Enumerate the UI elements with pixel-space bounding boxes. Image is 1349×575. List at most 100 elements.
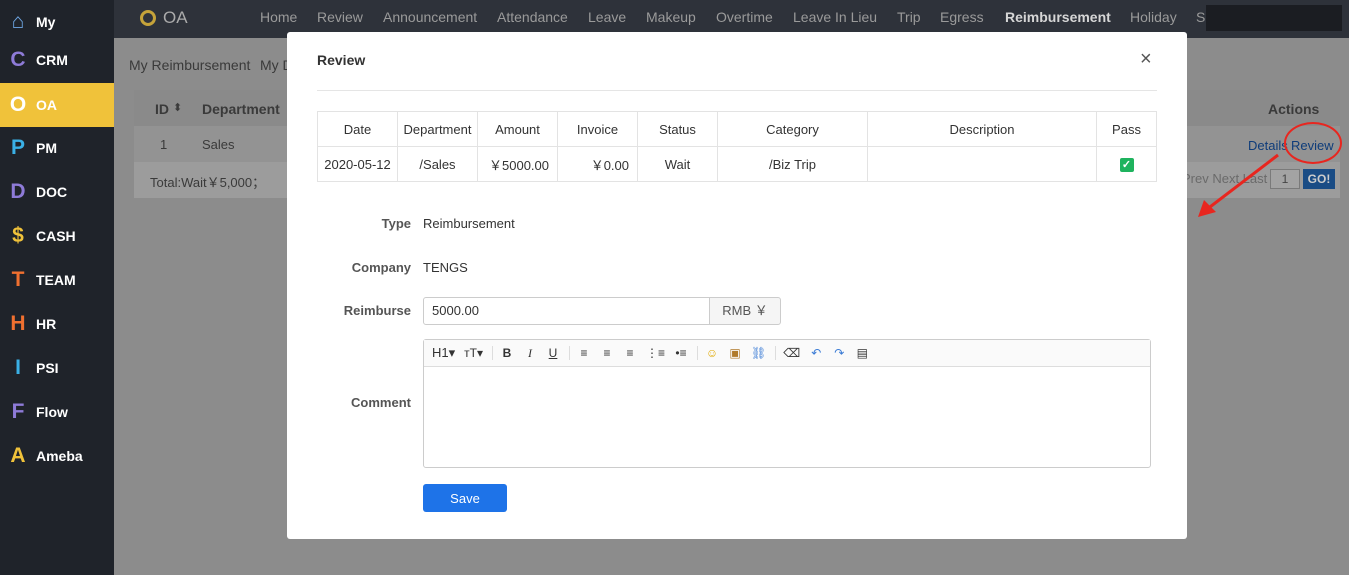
type-label: Type — [381, 216, 411, 231]
total-summary: Total:Wait￥5,000； — [150, 175, 266, 190]
unordered-list-icon[interactable]: •≡ — [674, 346, 688, 360]
sidebar-item-cash[interactable]: $ CASH — [0, 214, 114, 258]
heading-icon[interactable]: H1▾ — [432, 345, 455, 361]
toolbar-separator — [492, 346, 494, 360]
col-id[interactable]: ID — [155, 101, 169, 117]
redo-icon[interactable]: ↷ — [832, 346, 846, 360]
type-value: Reimbursement — [423, 216, 515, 231]
sidebar-item-label: Flow — [36, 404, 68, 420]
flow-icon: F — [11, 400, 25, 423]
nav-trip[interactable]: Trip — [897, 9, 921, 25]
company-label: Company — [351, 260, 411, 275]
breadcrumb-my-reimbursement[interactable]: My Reimbursement — [129, 57, 250, 73]
italic-icon[interactable]: I — [523, 346, 537, 361]
sort-icon: ⬍ — [173, 102, 183, 114]
reimbursement-detail-table: Date Department Amount Invoice Status Ca… — [317, 111, 1157, 182]
nav-home[interactable]: Home — [260, 9, 297, 25]
review-modal: Review × Date Department Amount Invoice … — [287, 32, 1187, 539]
psi-icon: I — [15, 356, 21, 379]
sidebar-item-label: HR — [36, 316, 57, 332]
col-status: Status — [637, 111, 718, 147]
nav-attendance[interactable]: Attendance — [497, 9, 568, 25]
comment-textarea[interactable] — [424, 367, 1150, 467]
annotation-arrow — [1198, 153, 1279, 217]
link-icon[interactable]: ⛓ — [751, 346, 766, 360]
underline-icon[interactable]: U — [546, 346, 560, 360]
oa-ring-icon — [140, 10, 156, 26]
currency-addon: RMB ￥ — [709, 297, 781, 325]
sidebar-item-pm[interactable]: P PM — [0, 126, 114, 170]
logo-text: OA — [163, 8, 188, 27]
close-icon[interactable]: × — [1140, 49, 1152, 69]
home-icon: ⌂ — [11, 10, 25, 33]
image-icon[interactable]: ▣ — [728, 346, 742, 360]
cash-icon: $ — [12, 224, 24, 247]
sidebar-item-label: CRM — [36, 52, 68, 68]
sidebar-item-crm[interactable]: C CRM — [0, 38, 114, 82]
nav-more[interactable]: S — [1196, 9, 1205, 25]
bold-icon[interactable]: B — [500, 346, 514, 360]
nav-egress[interactable]: Egress — [940, 9, 984, 25]
save-button[interactable]: Save — [423, 484, 507, 512]
align-right-icon[interactable]: ≡ — [623, 346, 637, 360]
nav-search-box[interactable] — [1206, 5, 1342, 31]
align-left-icon[interactable]: ≡ — [577, 346, 591, 360]
align-center-icon[interactable]: ≡ — [600, 346, 614, 360]
oa-logo: OA — [140, 8, 188, 28]
toolbar-separator — [775, 346, 777, 360]
col-date: Date — [317, 111, 398, 147]
nav-makeup[interactable]: Makeup — [646, 9, 696, 25]
sidebar-item-label: Ameba — [36, 448, 83, 464]
sidebar-item-hr[interactable]: H HR — [0, 302, 114, 346]
nav-leave-in-lieu[interactable]: Leave In Lieu — [793, 9, 877, 25]
col-actions: Actions — [1268, 101, 1320, 117]
cell-pass: ✓ — [1096, 146, 1157, 182]
col-department: Department — [397, 111, 478, 147]
nav-reimbursement[interactable]: Reimbursement — [1005, 9, 1111, 25]
sidebar-item-label: DOC — [36, 184, 68, 200]
sidebar-item-team[interactable]: T TEAM — [0, 258, 114, 302]
sidebar-item-doc[interactable]: D DOC — [0, 170, 114, 214]
cell-date: 2020-05-12 — [317, 146, 398, 182]
nav-announcement[interactable]: Announcement — [383, 9, 477, 25]
row-id: 1 — [160, 137, 168, 152]
cell-invoice: ￥0.00 — [557, 146, 638, 182]
sidebar-item-label: TEAM — [36, 272, 76, 288]
toolbar-separator — [697, 346, 699, 360]
col-category: Category — [717, 111, 868, 147]
nav-review[interactable]: Review — [317, 9, 363, 25]
go-button[interactable]: GO! — [1303, 169, 1335, 189]
pm-icon: P — [10, 136, 25, 159]
col-invoice: Invoice — [557, 111, 638, 147]
sidebar-item-ameba[interactable]: A Ameba — [0, 434, 114, 478]
modal-title: Review — [317, 52, 366, 68]
paste-icon[interactable]: ▤ — [855, 346, 869, 360]
ordered-list-icon[interactable]: ⋮≡ — [646, 346, 665, 360]
col-description: Description — [867, 111, 1097, 147]
nav-leave[interactable]: Leave — [588, 9, 626, 25]
nav-holiday[interactable]: Holiday — [1130, 9, 1177, 25]
col-department[interactable]: Department — [202, 101, 280, 117]
sidebar-item-psi[interactable]: I PSI — [0, 346, 114, 390]
sidebar-item-flow[interactable]: F Flow — [0, 390, 114, 434]
nav-overtime[interactable]: Overtime — [716, 9, 773, 25]
cell-status: Wait — [637, 146, 718, 182]
cell-description — [867, 146, 1097, 182]
pass-checkbox[interactable]: ✓ — [1119, 157, 1134, 172]
eraser-icon[interactable]: ⌫ — [783, 346, 800, 360]
sidebar-item-label: CASH — [36, 228, 76, 244]
toolbar-separator — [569, 346, 571, 360]
sidebar-item-label: OA — [36, 97, 57, 113]
comment-editor: H1▾ тT▾ B I U ≡ ≡ ≡ ⋮≡ •≡ ☺ ▣ ⛓ ⌫ ↶ ↷ ▤ — [423, 339, 1151, 468]
sidebar-item-oa[interactable]: O OA — [0, 83, 114, 127]
crm-icon: C — [10, 48, 26, 71]
doc-icon: D — [10, 180, 26, 203]
emoji-icon[interactable]: ☺ — [705, 346, 719, 360]
reimburse-label: Reimburse — [343, 303, 411, 318]
sidebar: ⌂ My C CRM O OA P PM D DOC $ CASH T TEAM… — [0, 0, 114, 575]
sidebar-item-label: My — [36, 14, 56, 30]
cell-amount: ￥5000.00 — [477, 146, 558, 182]
reimburse-amount-input[interactable]: 5000.00 — [423, 297, 710, 325]
undo-icon[interactable]: ↶ — [809, 346, 823, 360]
font-size-icon[interactable]: тT▾ — [464, 346, 483, 360]
